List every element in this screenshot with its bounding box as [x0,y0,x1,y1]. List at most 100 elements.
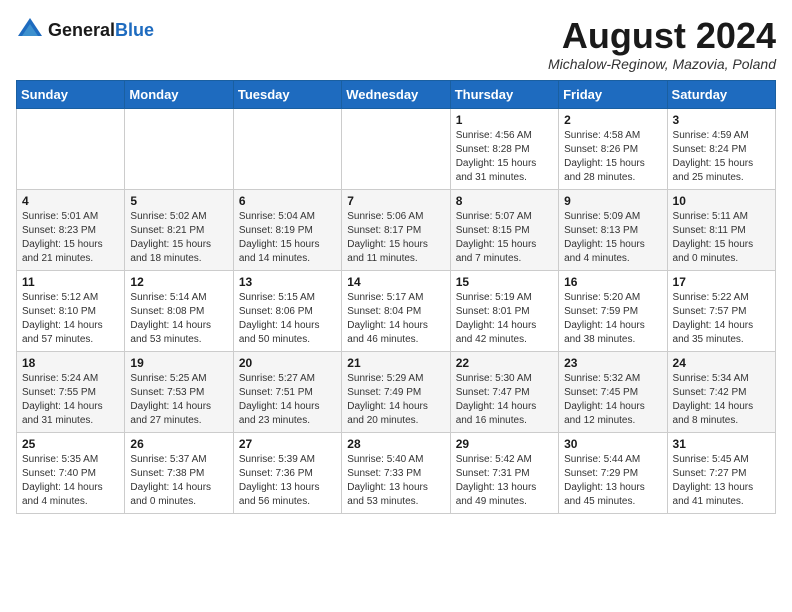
day-info: Sunrise: 5:40 AM Sunset: 7:33 PM Dayligh… [347,453,444,509]
calendar-day-30: 30Sunrise: 5:44 AM Sunset: 7:29 PM Dayli… [559,432,667,513]
day-info: Sunrise: 5:17 AM Sunset: 8:04 PM Dayligh… [347,291,444,347]
day-info: Sunrise: 5:04 AM Sunset: 8:19 PM Dayligh… [239,210,336,266]
day-info: Sunrise: 5:02 AM Sunset: 8:21 PM Dayligh… [130,210,227,266]
calendar-day-4: 4 Sunrise: 5:01 AM Sunset: 8:23 PM Daylig… [17,189,125,270]
calendar-day-13: 13 Sunrise: 5:15 AM Sunset: 8:06 PM Dayli… [233,270,341,351]
day-info: Sunrise: 5:25 AM Sunset: 7:53 PM Dayligh… [130,372,227,428]
day-info: Sunrise: 4:58 AM Sunset: 8:26 PM Dayligh… [564,129,661,185]
calendar-empty-cell [17,108,125,189]
logo-text-general: General [48,20,115,40]
weekday-header-wednesday: Wednesday [342,80,450,108]
calendar-day-9: 9 Sunrise: 5:09 AM Sunset: 8:13 PM Daylig… [559,189,667,270]
calendar-day-27: 27 Sunrise: 5:39 AM Sunset: 7:36 PM Dayli… [233,432,341,513]
day-number: 30 [564,437,661,451]
day-number: 16 [564,275,661,289]
calendar-day-15: 15 Sunrise: 5:19 AM Sunset: 8:01 PM Dayli… [450,270,558,351]
calendar-day-21: 21Sunrise: 5:29 AM Sunset: 7:49 PM Dayli… [342,351,450,432]
day-info: Sunrise: 5:37 AM Sunset: 7:38 PM Dayligh… [130,453,227,509]
day-number: 2 [564,113,661,127]
page-header: GeneralBlue August 2024 Michalow-Reginow… [16,16,776,72]
day-info: Sunrise: 5:39 AM Sunset: 7:36 PM Dayligh… [239,453,336,509]
weekday-header-monday: Monday [125,80,233,108]
day-number: 3 [673,113,770,127]
calendar-day-19: 19 Sunrise: 5:25 AM Sunset: 7:53 PM Dayli… [125,351,233,432]
day-info: Sunrise: 5:30 AM Sunset: 7:47 PM Dayligh… [456,372,553,428]
calendar-day-11: 11Sunrise: 5:12 AM Sunset: 8:10 PM Dayli… [17,270,125,351]
day-info: Sunrise: 5:35 AM Sunset: 7:40 PM Dayligh… [22,453,119,509]
calendar-day-8: 8 Sunrise: 5:07 AM Sunset: 8:15 PM Daylig… [450,189,558,270]
calendar-week-row: 18 Sunrise: 5:24 AM Sunset: 7:55 PM Dayli… [17,351,776,432]
day-number: 26 [130,437,227,451]
calendar-day-23: 23 Sunrise: 5:32 AM Sunset: 7:45 PM Dayli… [559,351,667,432]
calendar-day-20: 20 Sunrise: 5:27 AM Sunset: 7:51 PM Dayli… [233,351,341,432]
day-number: 4 [22,194,119,208]
day-info: Sunrise: 4:56 AM Sunset: 8:28 PM Dayligh… [456,129,553,185]
calendar-day-12: 12Sunrise: 5:14 AM Sunset: 8:08 PM Dayli… [125,270,233,351]
calendar-day-6: 6 Sunrise: 5:04 AM Sunset: 8:19 PM Daylig… [233,189,341,270]
day-number: 15 [456,275,553,289]
day-info: Sunrise: 5:27 AM Sunset: 7:51 PM Dayligh… [239,372,336,428]
calendar-day-24: 24Sunrise: 5:34 AM Sunset: 7:42 PM Dayli… [667,351,775,432]
day-number: 21 [347,356,444,370]
calendar-week-row: 4 Sunrise: 5:01 AM Sunset: 8:23 PM Daylig… [17,189,776,270]
day-number: 17 [673,275,770,289]
calendar-day-14: 14 Sunrise: 5:17 AM Sunset: 8:04 PM Dayli… [342,270,450,351]
day-info: Sunrise: 5:11 AM Sunset: 8:11 PM Dayligh… [673,210,770,266]
calendar-day-2: 2 Sunrise: 4:58 AM Sunset: 8:26 PM Daylig… [559,108,667,189]
day-info: Sunrise: 5:15 AM Sunset: 8:06 PM Dayligh… [239,291,336,347]
day-info: Sunrise: 5:19 AM Sunset: 8:01 PM Dayligh… [456,291,553,347]
calendar-day-18: 18 Sunrise: 5:24 AM Sunset: 7:55 PM Dayli… [17,351,125,432]
calendar-day-5: 5 Sunrise: 5:02 AM Sunset: 8:21 PM Daylig… [125,189,233,270]
day-number: 25 [22,437,119,451]
calendar-day-17: 17 Sunrise: 5:22 AM Sunset: 7:57 PM Dayli… [667,270,775,351]
calendar-day-16: 16Sunrise: 5:20 AM Sunset: 7:59 PM Dayli… [559,270,667,351]
day-info: Sunrise: 5:09 AM Sunset: 8:13 PM Dayligh… [564,210,661,266]
month-year-title: August 2024 [548,16,776,56]
weekday-header-row: SundayMondayTuesdayWednesdayThursdayFrid… [17,80,776,108]
day-info: Sunrise: 4:59 AM Sunset: 8:24 PM Dayligh… [673,129,770,185]
day-info: Sunrise: 5:06 AM Sunset: 8:17 PM Dayligh… [347,210,444,266]
day-number: 29 [456,437,553,451]
day-info: Sunrise: 5:24 AM Sunset: 7:55 PM Dayligh… [22,372,119,428]
day-number: 13 [239,275,336,289]
calendar-day-10: 10 Sunrise: 5:11 AM Sunset: 8:11 PM Dayli… [667,189,775,270]
day-info: Sunrise: 5:22 AM Sunset: 7:57 PM Dayligh… [673,291,770,347]
calendar-day-7: 7Sunrise: 5:06 AM Sunset: 8:17 PM Daylig… [342,189,450,270]
weekday-header-thursday: Thursday [450,80,558,108]
calendar-week-row: 25 Sunrise: 5:35 AM Sunset: 7:40 PM Dayli… [17,432,776,513]
day-number: 8 [456,194,553,208]
day-info: Sunrise: 5:01 AM Sunset: 8:23 PM Dayligh… [22,210,119,266]
day-number: 19 [130,356,227,370]
day-info: Sunrise: 5:07 AM Sunset: 8:15 PM Dayligh… [456,210,553,266]
calendar-day-3: 3 Sunrise: 4:59 AM Sunset: 8:24 PM Daylig… [667,108,775,189]
weekday-header-friday: Friday [559,80,667,108]
calendar-week-row: 1Sunrise: 4:56 AM Sunset: 8:28 PM Daylig… [17,108,776,189]
day-number: 18 [22,356,119,370]
calendar-day-31: 31Sunrise: 5:45 AM Sunset: 7:27 PM Dayli… [667,432,775,513]
calendar-empty-cell [233,108,341,189]
calendar-week-row: 11Sunrise: 5:12 AM Sunset: 8:10 PM Dayli… [17,270,776,351]
day-number: 10 [673,194,770,208]
weekday-header-sunday: Sunday [17,80,125,108]
calendar-table: SundayMondayTuesdayWednesdayThursdayFrid… [16,80,776,514]
logo: GeneralBlue [16,16,154,44]
logo-icon [16,16,44,44]
calendar-empty-cell [125,108,233,189]
day-number: 11 [22,275,119,289]
day-number: 5 [130,194,227,208]
day-number: 9 [564,194,661,208]
day-number: 23 [564,356,661,370]
day-number: 14 [347,275,444,289]
calendar-empty-cell [342,108,450,189]
day-info: Sunrise: 5:14 AM Sunset: 8:08 PM Dayligh… [130,291,227,347]
title-area: August 2024 Michalow-Reginow, Mazovia, P… [548,16,776,72]
day-number: 6 [239,194,336,208]
calendar-day-28: 28Sunrise: 5:40 AM Sunset: 7:33 PM Dayli… [342,432,450,513]
day-info: Sunrise: 5:45 AM Sunset: 7:27 PM Dayligh… [673,453,770,509]
day-number: 27 [239,437,336,451]
day-number: 24 [673,356,770,370]
day-number: 20 [239,356,336,370]
day-info: Sunrise: 5:32 AM Sunset: 7:45 PM Dayligh… [564,372,661,428]
day-number: 22 [456,356,553,370]
calendar-day-29: 29Sunrise: 5:42 AM Sunset: 7:31 PM Dayli… [450,432,558,513]
